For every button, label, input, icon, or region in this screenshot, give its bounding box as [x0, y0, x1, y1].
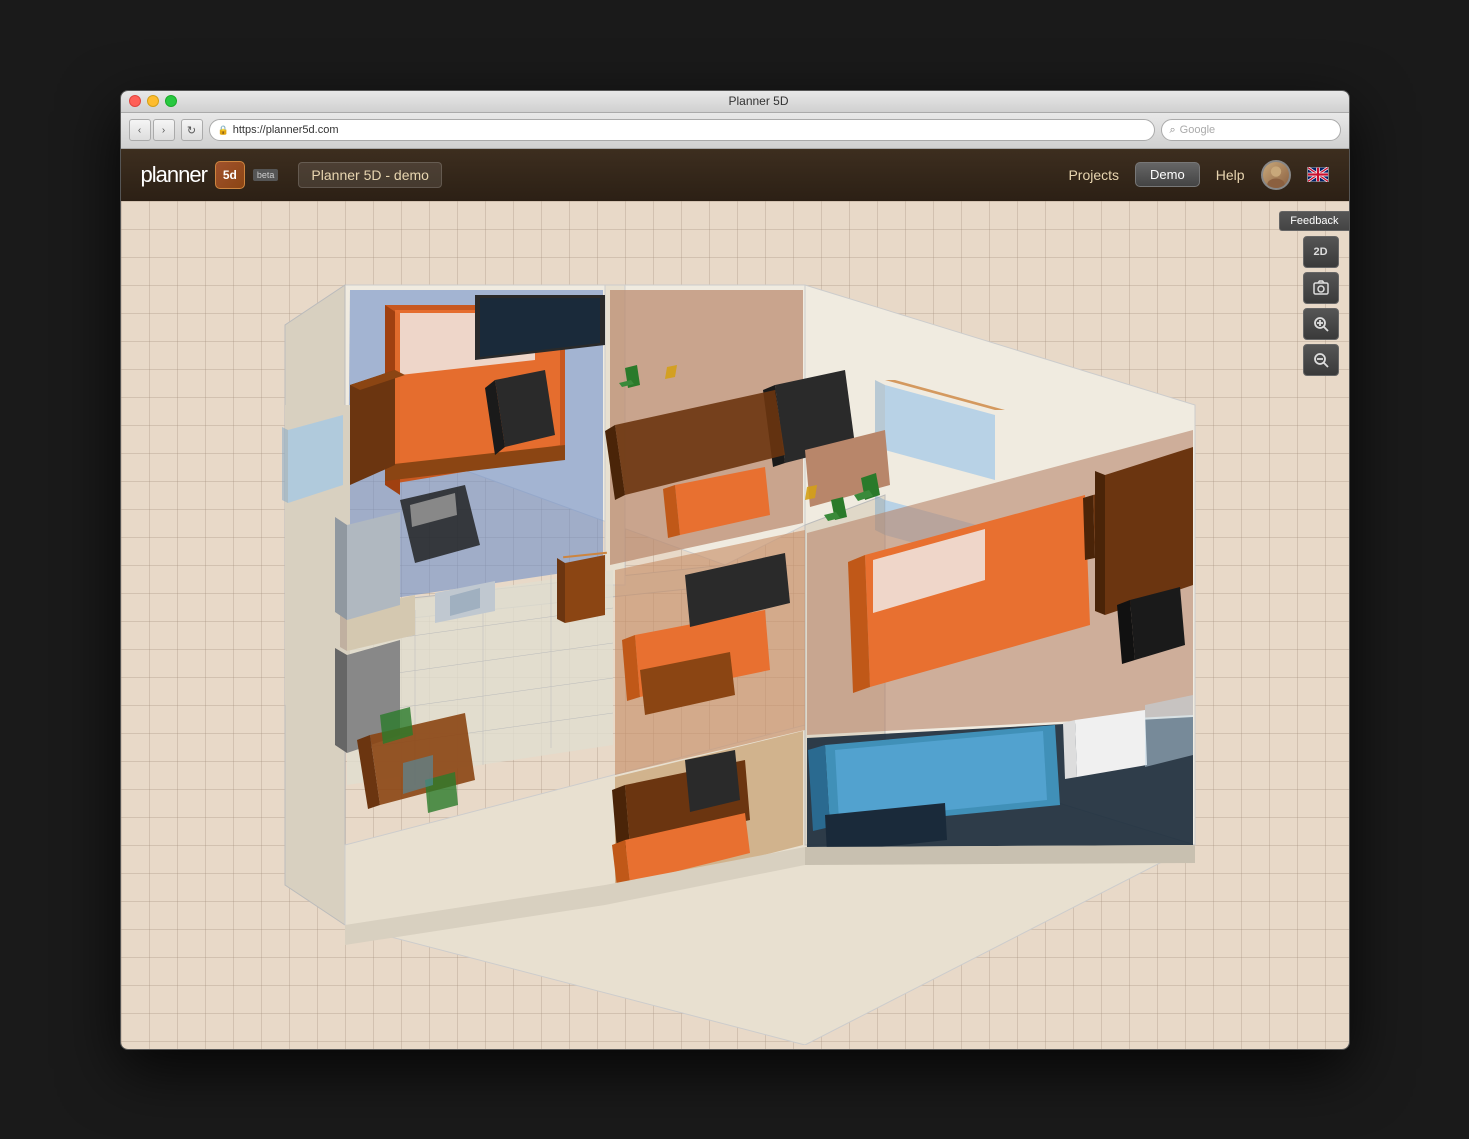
traffic-lights: [129, 95, 177, 107]
close-button[interactable]: [129, 95, 141, 107]
nav-arrows: ‹ ›: [129, 119, 175, 141]
app-header: planner 5d beta Planner 5D - demo Projec…: [121, 149, 1349, 201]
zoom-out-button[interactable]: [1303, 344, 1339, 376]
header-nav: Projects Demo Help: [1068, 160, 1328, 190]
nav-projects[interactable]: Projects: [1068, 167, 1119, 183]
forward-button[interactable]: ›: [153, 119, 175, 141]
right-toolbar: 2D: [1303, 236, 1339, 376]
search-placeholder: Google: [1180, 124, 1215, 136]
user-avatar[interactable]: [1261, 160, 1291, 190]
minimize-button[interactable]: [147, 95, 159, 107]
project-name[interactable]: Planner 5D - demo: [298, 162, 442, 188]
screenshot-button[interactable]: [1303, 272, 1339, 304]
zoom-in-button[interactable]: [1303, 308, 1339, 340]
refresh-button[interactable]: ↻: [181, 119, 203, 141]
back-button[interactable]: ‹: [129, 119, 151, 141]
logo-box: 5d: [215, 161, 245, 189]
search-icon: ⌕: [1170, 124, 1176, 137]
url-bar[interactable]: 🔒 https://planner5d.com: [209, 119, 1155, 141]
language-flag[interactable]: [1307, 167, 1329, 182]
feedback-button[interactable]: Feedback: [1279, 211, 1348, 231]
nav-bar: ‹ › ↻ 🔒 https://planner5d.com ⌕ Google: [121, 113, 1349, 149]
beta-badge: beta: [253, 169, 279, 181]
view-2d-button[interactable]: 2D: [1303, 236, 1339, 268]
mac-window: Planner 5D ‹ › ↻ 🔒 https://planner5d.com…: [120, 90, 1350, 1050]
logo-area: planner 5d beta: [141, 161, 279, 189]
floor-plan-container: [121, 201, 1349, 1049]
maximize-button[interactable]: [165, 95, 177, 107]
floor-plan-svg: [185, 205, 1285, 1045]
canvas-area[interactable]: Feedback 2D: [121, 201, 1349, 1049]
nav-help[interactable]: Help: [1216, 167, 1245, 183]
window-title: Planner 5D: [177, 94, 1341, 108]
lock-icon: 🔒: [218, 125, 229, 136]
url-text: https://planner5d.com: [233, 124, 339, 136]
logo-text: planner: [141, 162, 207, 188]
title-bar: Planner 5D: [121, 91, 1349, 113]
search-bar[interactable]: ⌕ Google: [1161, 119, 1341, 141]
nav-demo[interactable]: Demo: [1135, 162, 1200, 187]
